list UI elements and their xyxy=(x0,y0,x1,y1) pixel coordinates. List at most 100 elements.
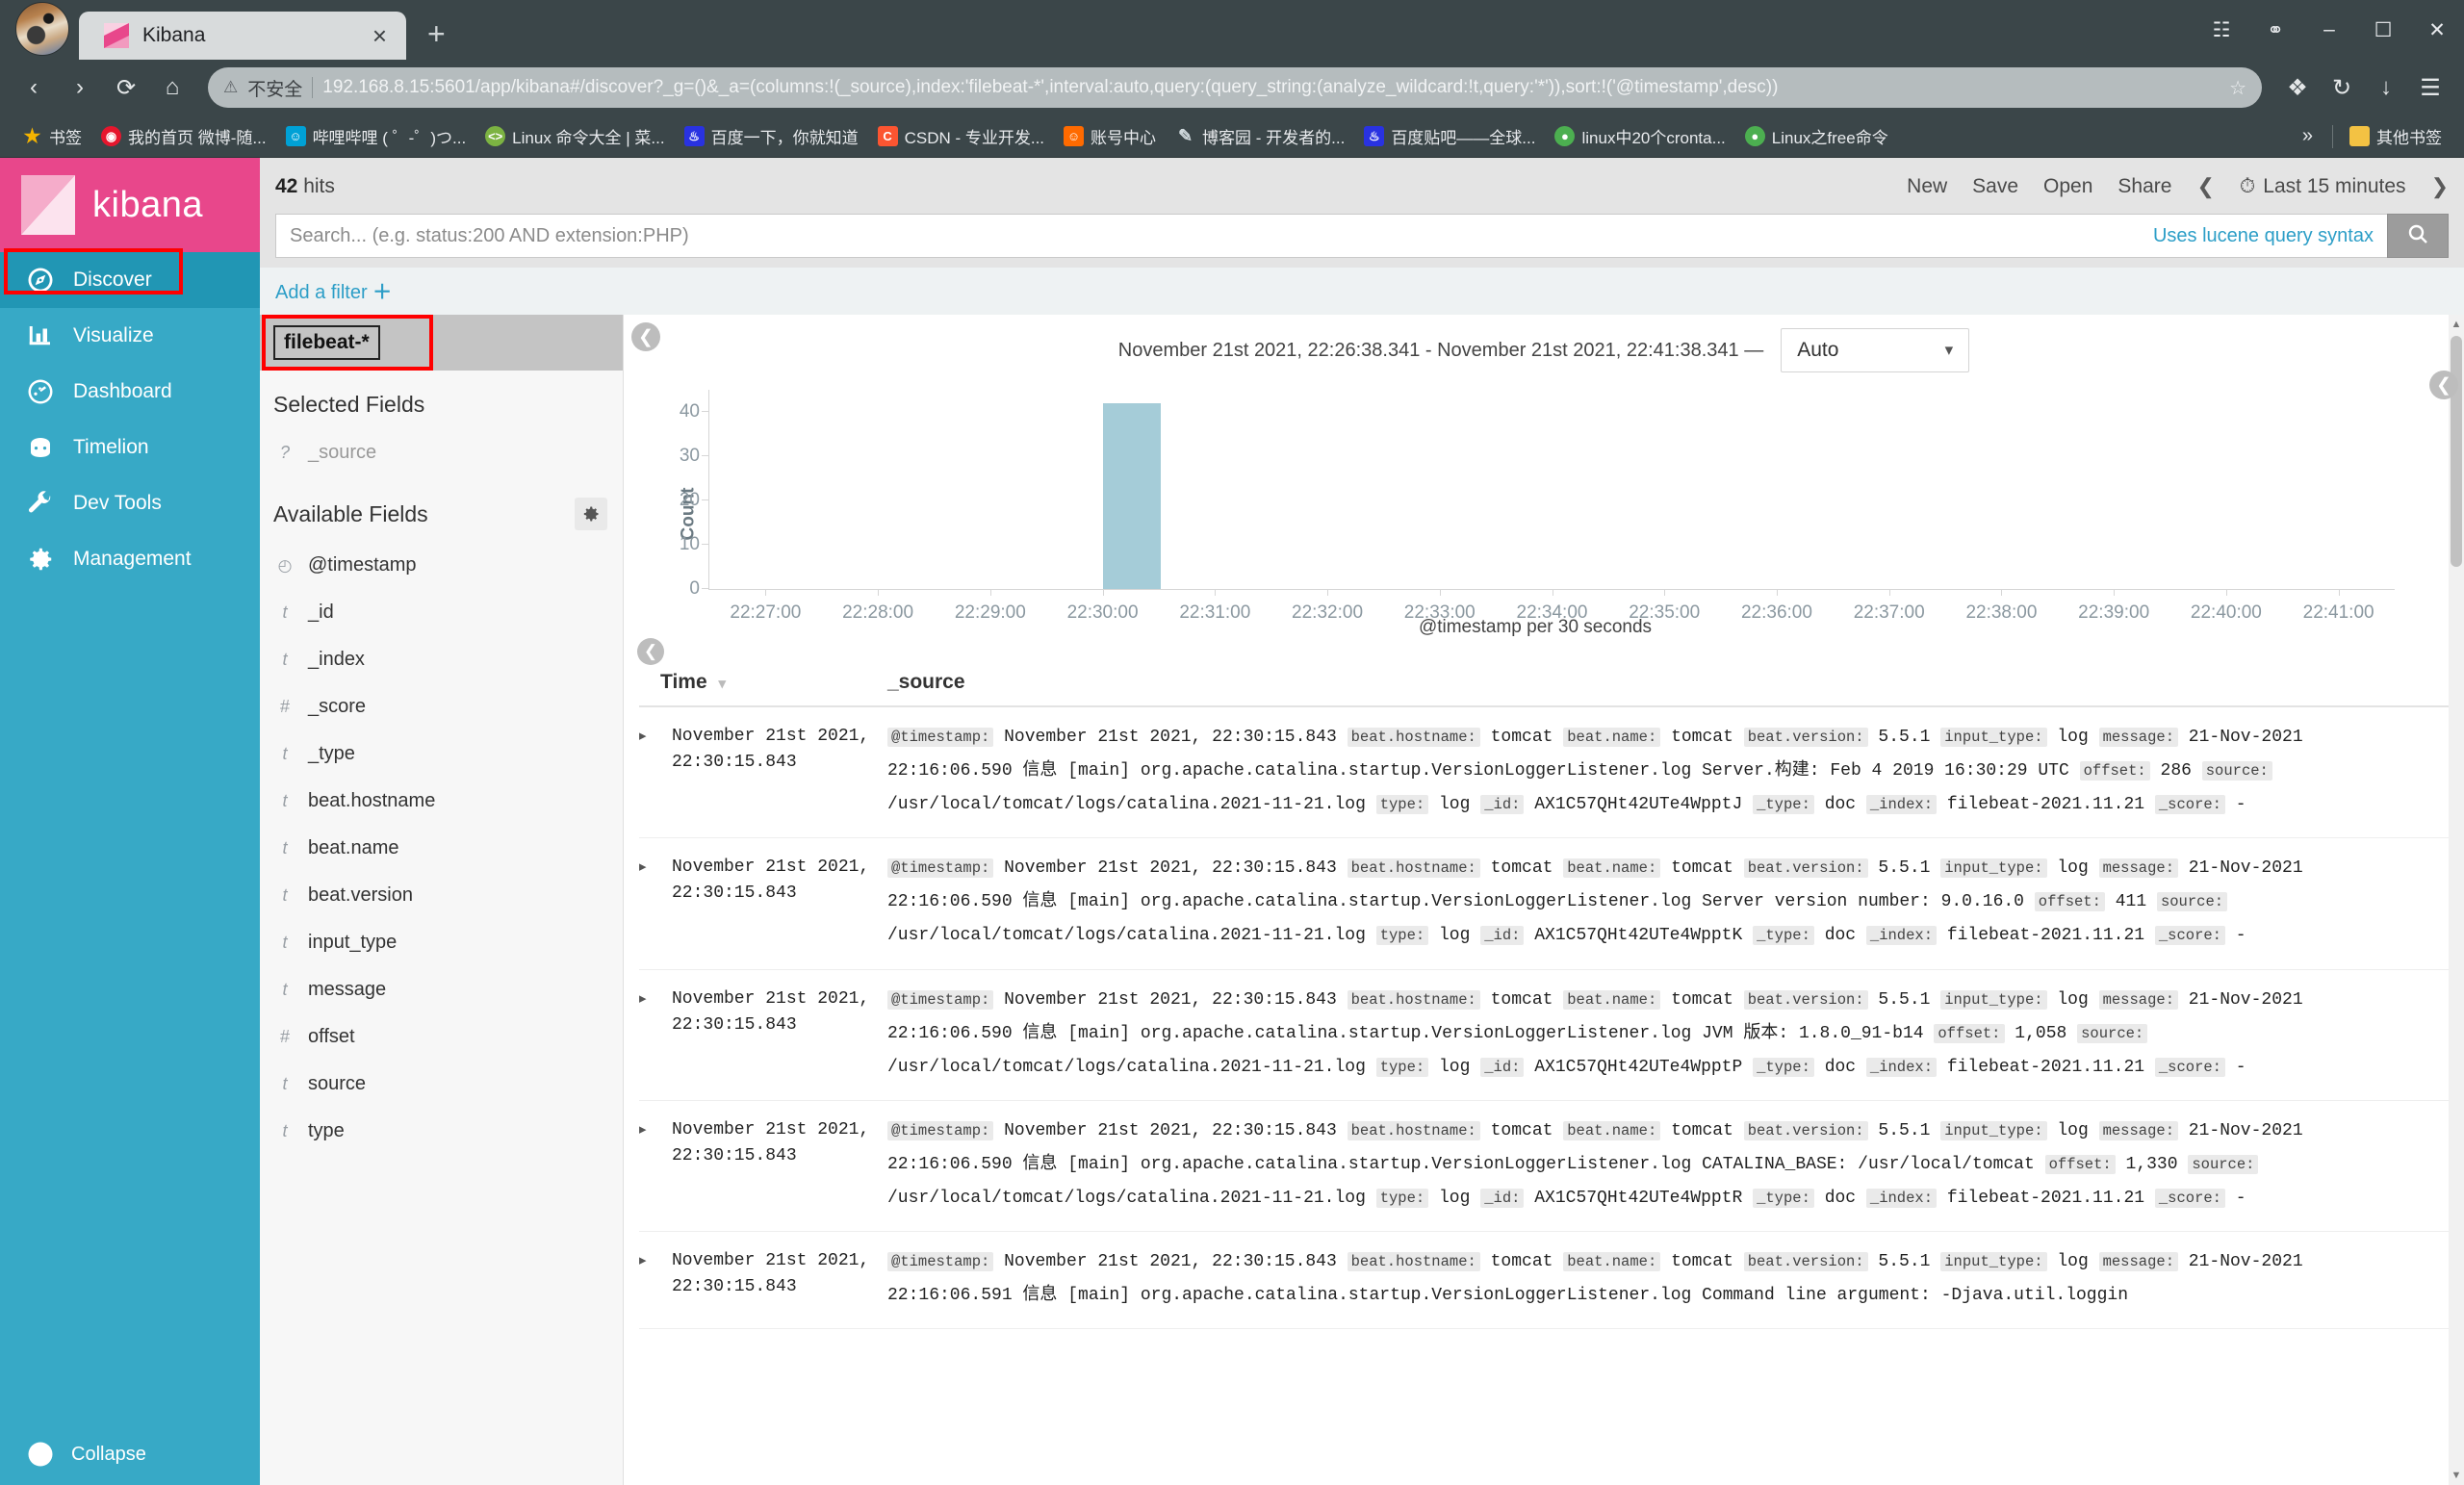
collapse-chart-icon[interactable]: ❮ xyxy=(637,638,664,665)
add-filter-button[interactable]: Add a filter ＋ xyxy=(275,282,392,303)
expand-row-icon[interactable]: ▸ xyxy=(639,721,672,822)
sync-icon[interactable]: ↻ xyxy=(2322,67,2362,108)
browser-tab[interactable]: Kibana × xyxy=(79,12,406,60)
sidebar-collapse-button[interactable]: Collapse xyxy=(0,1423,260,1485)
bookmarks-overflow-icon[interactable]: » xyxy=(2291,125,2324,147)
search-input[interactable]: Search... (e.g. status:200 AND extension… xyxy=(275,214,2387,258)
time-picker[interactable]: ⏱ Last 15 minutes xyxy=(2240,175,2406,198)
content-scrollbar[interactable]: ▲ ▼ xyxy=(2449,315,2464,1485)
bookmark-item[interactable]: ✎ 博客园 - 开发者的... xyxy=(1167,120,1353,153)
other-bookmarks-folder[interactable]: 其他书签 xyxy=(2341,120,2451,153)
row-source: @timestamp: November 21st 2021, 22:30:15… xyxy=(887,1114,2464,1216)
table-row[interactable]: ▸ November 21st 2021, 22:30:15.843 @timest… xyxy=(639,1101,2464,1233)
histogram-chart[interactable]: Count 0 10 20 30 40 22:27:00 22:28:00 22:29:00 2… xyxy=(624,376,2464,637)
window-close-icon[interactable]: ✕ xyxy=(2410,18,2464,42)
table-row[interactable]: ▸ November 21st 2021, 22:30:15.843 @timest… xyxy=(639,1232,2464,1330)
sidebar-item-dev-tools[interactable]: Dev Tools xyxy=(0,475,260,531)
shield-icon[interactable]: ⚭ xyxy=(2248,18,2302,42)
source-field-value: - xyxy=(2225,795,2246,815)
field-item[interactable]: t type xyxy=(260,1108,623,1155)
plus-icon: ＋ xyxy=(372,282,393,303)
forward-icon[interactable]: › xyxy=(60,67,100,108)
expand-row-icon[interactable]: ▸ xyxy=(639,984,672,1085)
field-item[interactable]: t _id xyxy=(260,589,623,636)
time-prev-icon[interactable]: ❮ xyxy=(2196,174,2214,199)
profile-avatar[interactable] xyxy=(15,2,69,56)
expand-row-icon[interactable]: ▸ xyxy=(639,1245,672,1313)
fields-settings-gear-icon[interactable] xyxy=(575,498,607,530)
collapse-right-icon[interactable]: ❮ xyxy=(2429,371,2458,399)
field-item[interactable]: t beat.hostname xyxy=(260,778,623,825)
new-button[interactable]: New xyxy=(1907,175,1947,198)
table-row[interactable]: ▸ November 21st 2021, 22:30:15.843 @timest… xyxy=(639,970,2464,1101)
field-item[interactable]: ◴ @timestamp xyxy=(260,542,623,589)
row-time: November 21st 2021, 22:30:15.843 xyxy=(672,1119,870,1165)
table-row[interactable]: ▸ November 21st 2021, 22:30:15.843 @timest… xyxy=(639,707,2464,839)
lucene-hint-link[interactable]: Uses lucene query syntax xyxy=(2153,225,2374,247)
field-item[interactable]: t source xyxy=(260,1061,623,1108)
open-button[interactable]: Open xyxy=(2043,175,2092,198)
index-pattern-selector[interactable]: filebeat-* xyxy=(260,315,623,371)
bookmark-item[interactable]: ☺ 账号中心 xyxy=(1055,120,1165,153)
download-icon[interactable]: ↓ xyxy=(2366,67,2406,108)
bookmark-item[interactable]: <> Linux 命令大全 | 菜... xyxy=(476,120,673,153)
source-field-key: source: xyxy=(2077,1023,2148,1043)
divider xyxy=(312,77,314,98)
new-tab-button[interactable]: + xyxy=(406,16,467,60)
column-header-time[interactable]: Time ▾ xyxy=(639,671,887,694)
bookmark-star-icon[interactable]: ☆ xyxy=(2229,76,2246,100)
compass-icon xyxy=(25,265,56,295)
bookmark-item[interactable]: ◉ 我的首页 微博-随... xyxy=(92,120,275,153)
home-icon[interactable]: ⌂ xyxy=(152,67,192,108)
column-header-source[interactable]: _source xyxy=(887,671,965,694)
table-row[interactable]: ▸ November 21st 2021, 22:30:15.843 @timest… xyxy=(639,838,2464,970)
bookmark-item[interactable]: ★ 书签 xyxy=(13,120,90,153)
sidebar-item-visualize[interactable]: Visualize xyxy=(0,308,260,364)
sidebar-item-dashboard[interactable]: Dashboard xyxy=(0,364,260,420)
field-item[interactable]: t _index xyxy=(260,636,623,683)
expand-row-icon[interactable]: ▸ xyxy=(639,1114,672,1216)
chart-area: Count 0 10 20 30 40 22:27:00 22:28:00 22:29:00 2… xyxy=(662,384,2408,637)
field-name: beat.name xyxy=(308,837,399,858)
address-bar[interactable]: ⚠ 不安全 192.168.8.15:5601/app/kibana#/disc… xyxy=(208,67,2262,108)
close-icon[interactable]: × xyxy=(365,23,395,48)
bookmark-item[interactable]: C CSDN - 专业开发... xyxy=(869,120,1053,153)
field-item[interactable]: t input_type xyxy=(260,919,623,966)
time-next-icon[interactable]: ❯ xyxy=(2431,174,2449,199)
back-icon[interactable]: ‹ xyxy=(13,67,54,108)
field-item[interactable]: # offset xyxy=(260,1013,623,1061)
sidebar-item-timelion[interactable]: Timelion xyxy=(0,420,260,475)
extensions-icon[interactable]: ❖ xyxy=(2277,67,2318,108)
scrollbar-thumb[interactable] xyxy=(2451,336,2462,567)
bookmark-item[interactable]: ☺ 哔哩哔哩 ( ゜-゜)つ... xyxy=(277,120,475,153)
expand-row-icon[interactable]: ▸ xyxy=(639,852,672,953)
share-button[interactable]: Share xyxy=(2118,175,2171,198)
field-item[interactable]: t beat.version xyxy=(260,872,623,919)
source-field-key: type: xyxy=(1375,795,1429,815)
minimize-icon[interactable]: – xyxy=(2302,18,2356,41)
chart-bar[interactable] xyxy=(1102,402,1162,589)
bookmark-item[interactable]: ♨ 百度一下，你就知道 xyxy=(676,120,867,153)
bookmark-item[interactable]: ● Linux之free命令 xyxy=(1736,120,1897,153)
field-item[interactable]: t beat.name xyxy=(260,825,623,872)
kibana-logo[interactable]: kibana xyxy=(0,158,260,252)
sidebar-item-discover[interactable]: Discover xyxy=(0,252,260,308)
field-item[interactable]: t _type xyxy=(260,730,623,778)
bookmark-item[interactable]: ● linux中20个cronta... xyxy=(1546,120,1733,153)
scroll-up-icon[interactable]: ▲ xyxy=(2449,317,2464,332)
search-button[interactable] xyxy=(2387,214,2449,258)
sidebar-item-management[interactable]: Management xyxy=(0,531,260,587)
field-item[interactable]: # _score xyxy=(260,683,623,730)
reload-icon[interactable]: ⟳ xyxy=(106,67,146,108)
maximize-icon[interactable]: ☐ xyxy=(2356,18,2410,42)
profile-switch-icon[interactable]: ☷ xyxy=(2194,18,2248,42)
interval-select[interactable]: Auto ▾ xyxy=(1781,328,1970,372)
bookmark-item[interactable]: ♨ 百度贴吧——全球... xyxy=(1355,120,1544,153)
save-button[interactable]: Save xyxy=(1972,175,2018,198)
chart-xtick-mark xyxy=(2001,589,2003,596)
menu-icon[interactable]: ☰ xyxy=(2410,67,2451,108)
collapse-sidebar-icon[interactable]: ❮ xyxy=(631,322,660,351)
field-item[interactable]: t message xyxy=(260,966,623,1013)
scroll-down-icon[interactable]: ▼ xyxy=(2449,1468,2464,1483)
field-item-source[interactable]: ? _source xyxy=(260,429,623,476)
